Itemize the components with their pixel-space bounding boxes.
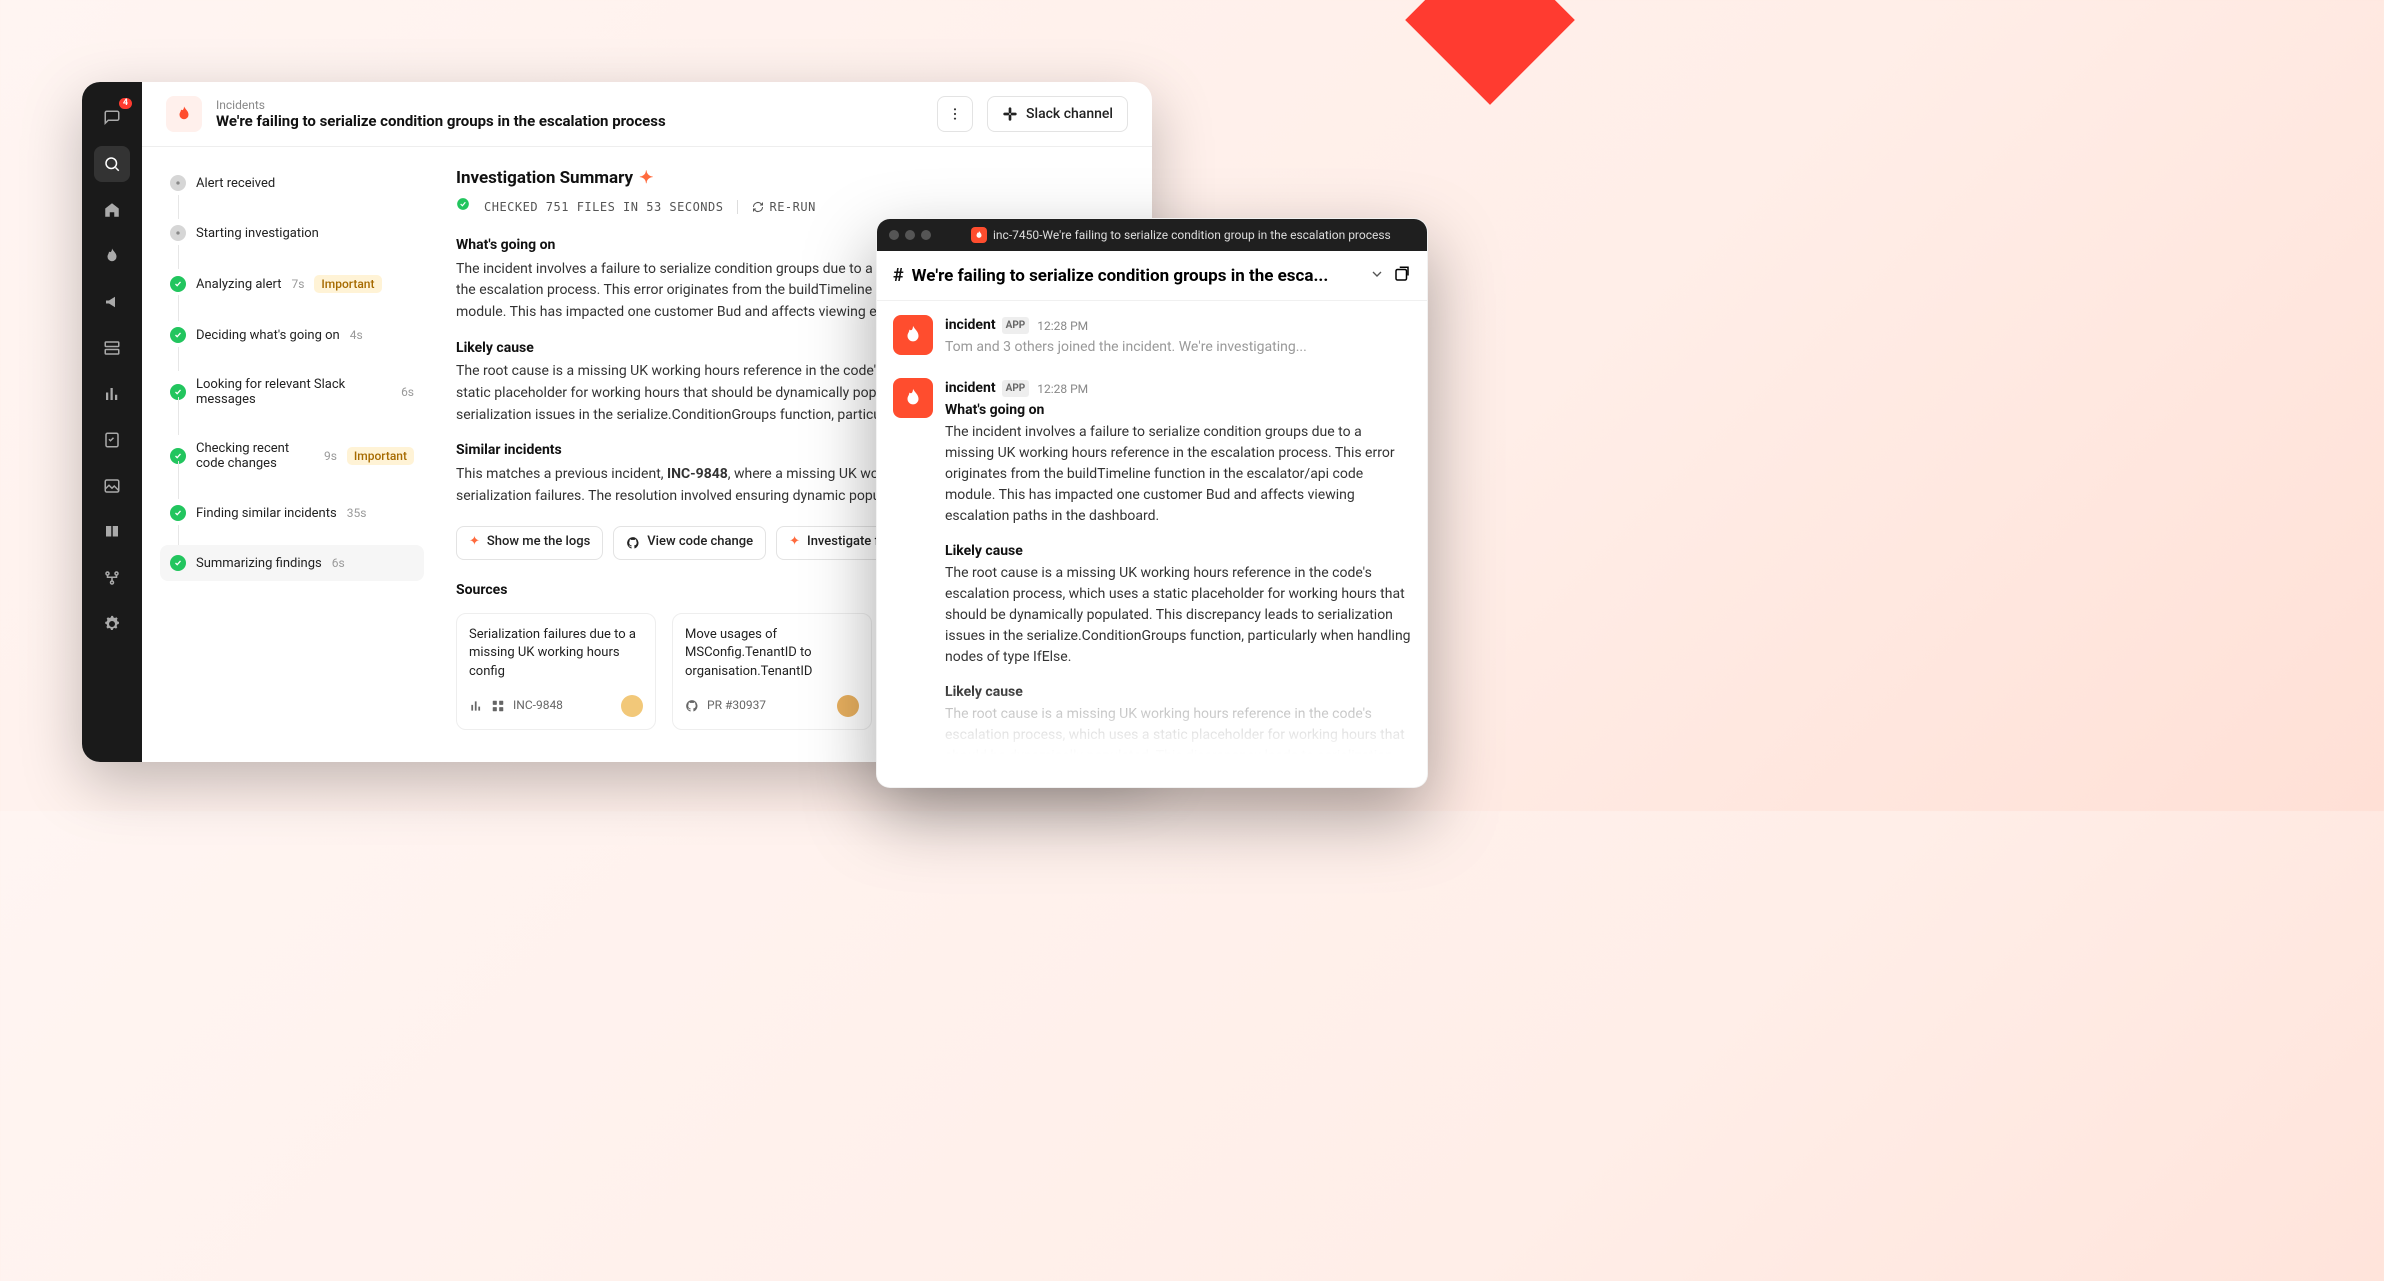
- timeline-label: Deciding what's going on: [196, 328, 340, 343]
- nav-announce[interactable]: [94, 284, 130, 320]
- timeline-label: Alert received: [196, 176, 275, 191]
- timeline-duration: 6s: [401, 385, 414, 399]
- timeline-step[interactable]: Alert received: [160, 165, 424, 201]
- app-header: Incidents We're failing to serialize con…: [142, 82, 1152, 147]
- github-icon: [685, 699, 699, 713]
- slack-messages: incident APP 12:28 PM Tom and 3 others j…: [877, 301, 1427, 787]
- check-icon: [456, 197, 470, 217]
- source-card[interactable]: Move usages of MSConfig.TenantID to orga…: [672, 613, 872, 730]
- timeline-duration: 35s: [347, 506, 367, 520]
- chevron-down-icon[interactable]: [1369, 266, 1385, 286]
- nav-docs[interactable]: [94, 514, 130, 550]
- check-icon: [170, 555, 186, 571]
- check-icon: [170, 327, 186, 343]
- checked-status: CHECKED 751 FILES IN 53 SECONDS: [484, 198, 723, 217]
- github-icon: [626, 536, 640, 550]
- slack-channel-button[interactable]: Slack channel: [987, 96, 1128, 132]
- nav-reports[interactable]: [94, 376, 130, 412]
- window-controls[interactable]: [889, 230, 931, 240]
- slack-message: incident APP 12:28 PM Tom and 3 others j…: [877, 305, 1427, 368]
- avatar: [621, 695, 643, 717]
- nav-search[interactable]: [94, 146, 130, 182]
- new-window-icon[interactable]: [1393, 265, 1411, 287]
- nav-settings[interactable]: [94, 606, 130, 642]
- check-icon: [170, 276, 186, 292]
- timeline-label: Starting investigation: [196, 226, 319, 241]
- avatar: [837, 695, 859, 717]
- show-logs-button[interactable]: ✦ Show me the logs: [456, 526, 603, 560]
- slack-window-title: inc-7450-We're failing to serialize cond…: [993, 228, 1391, 242]
- nav-workflow[interactable]: [94, 560, 130, 596]
- sparkle-icon: ✦: [469, 532, 480, 552]
- nav-image-icon[interactable]: [94, 468, 130, 504]
- hash-icon: #: [893, 265, 904, 286]
- nav-checklist[interactable]: [94, 422, 130, 458]
- link-icon: [491, 699, 505, 713]
- incident-icon: [166, 96, 202, 132]
- timeline-step[interactable]: Checking recent code changes 9s Important: [160, 431, 424, 481]
- timeline-label: Checking recent code changes: [196, 441, 314, 471]
- timeline-duration: 7s: [291, 277, 304, 291]
- important-badge: Important: [314, 275, 381, 293]
- pending-icon: [170, 225, 186, 241]
- sparkle-icon: ✦: [639, 165, 653, 191]
- app-avatar: [893, 378, 933, 418]
- breadcrumb[interactable]: Incidents: [216, 98, 923, 112]
- nav-home[interactable]: [94, 192, 130, 228]
- timeline-step[interactable]: Deciding what's going on 4s: [160, 317, 424, 353]
- nav-server[interactable]: [94, 330, 130, 366]
- nav-incidents-icon[interactable]: [94, 238, 130, 274]
- summary-title: Investigation Summary: [456, 165, 633, 191]
- timeline-duration: 9s: [324, 449, 337, 463]
- timeline-step[interactable]: Summarizing findings 6s: [160, 545, 424, 581]
- nav-badge: 4: [119, 98, 132, 109]
- slack-channel-header: # We're failing to serialize condition g…: [877, 251, 1427, 301]
- timeline-label: Analyzing alert: [196, 277, 281, 292]
- timeline-step[interactable]: Analyzing alert 7s Important: [160, 265, 424, 303]
- timeline-duration: 4s: [350, 328, 363, 342]
- rerun-button[interactable]: RE-RUN: [752, 198, 815, 217]
- slack-window: inc-7450-We're failing to serialize cond…: [876, 218, 1428, 788]
- timeline-step[interactable]: Finding similar incidents 35s: [160, 495, 424, 531]
- slack-titlebar: inc-7450-We're failing to serialize cond…: [877, 219, 1427, 251]
- timeline-step[interactable]: Looking for relevant Slack messages 6s: [160, 367, 424, 417]
- slack-message: incident APP 12:28 PM What's going on Th…: [877, 368, 1427, 787]
- investigation-timeline: Alert received Starting investigation Anal…: [142, 147, 432, 762]
- sparkle-icon: ✦: [789, 532, 800, 552]
- source-card[interactable]: Serialization failures due to a missing …: [456, 613, 656, 730]
- left-nav: 4: [82, 82, 142, 762]
- page-title: We're failing to serialize condition gro…: [216, 112, 923, 130]
- timeline-label: Looking for relevant Slack messages: [196, 377, 391, 407]
- pending-icon: [170, 175, 186, 191]
- timeline-step[interactable]: Starting investigation: [160, 215, 424, 251]
- check-icon: [170, 505, 186, 521]
- app-avatar: [893, 315, 933, 355]
- timeline-label: Finding similar incidents: [196, 506, 337, 521]
- view-code-change-button[interactable]: View code change: [613, 526, 766, 560]
- nav-inbox[interactable]: 4: [94, 100, 130, 136]
- chart-icon: [469, 699, 483, 713]
- timeline-duration: 6s: [332, 556, 345, 570]
- timeline-label: Summarizing findings: [196, 556, 322, 571]
- more-menu-button[interactable]: [937, 96, 973, 132]
- important-badge: Important: [347, 447, 414, 465]
- slack-channel-name: We're failing to serialize condition gro…: [912, 266, 1361, 286]
- fire-icon: [971, 227, 987, 243]
- slack-icon: [1002, 106, 1018, 122]
